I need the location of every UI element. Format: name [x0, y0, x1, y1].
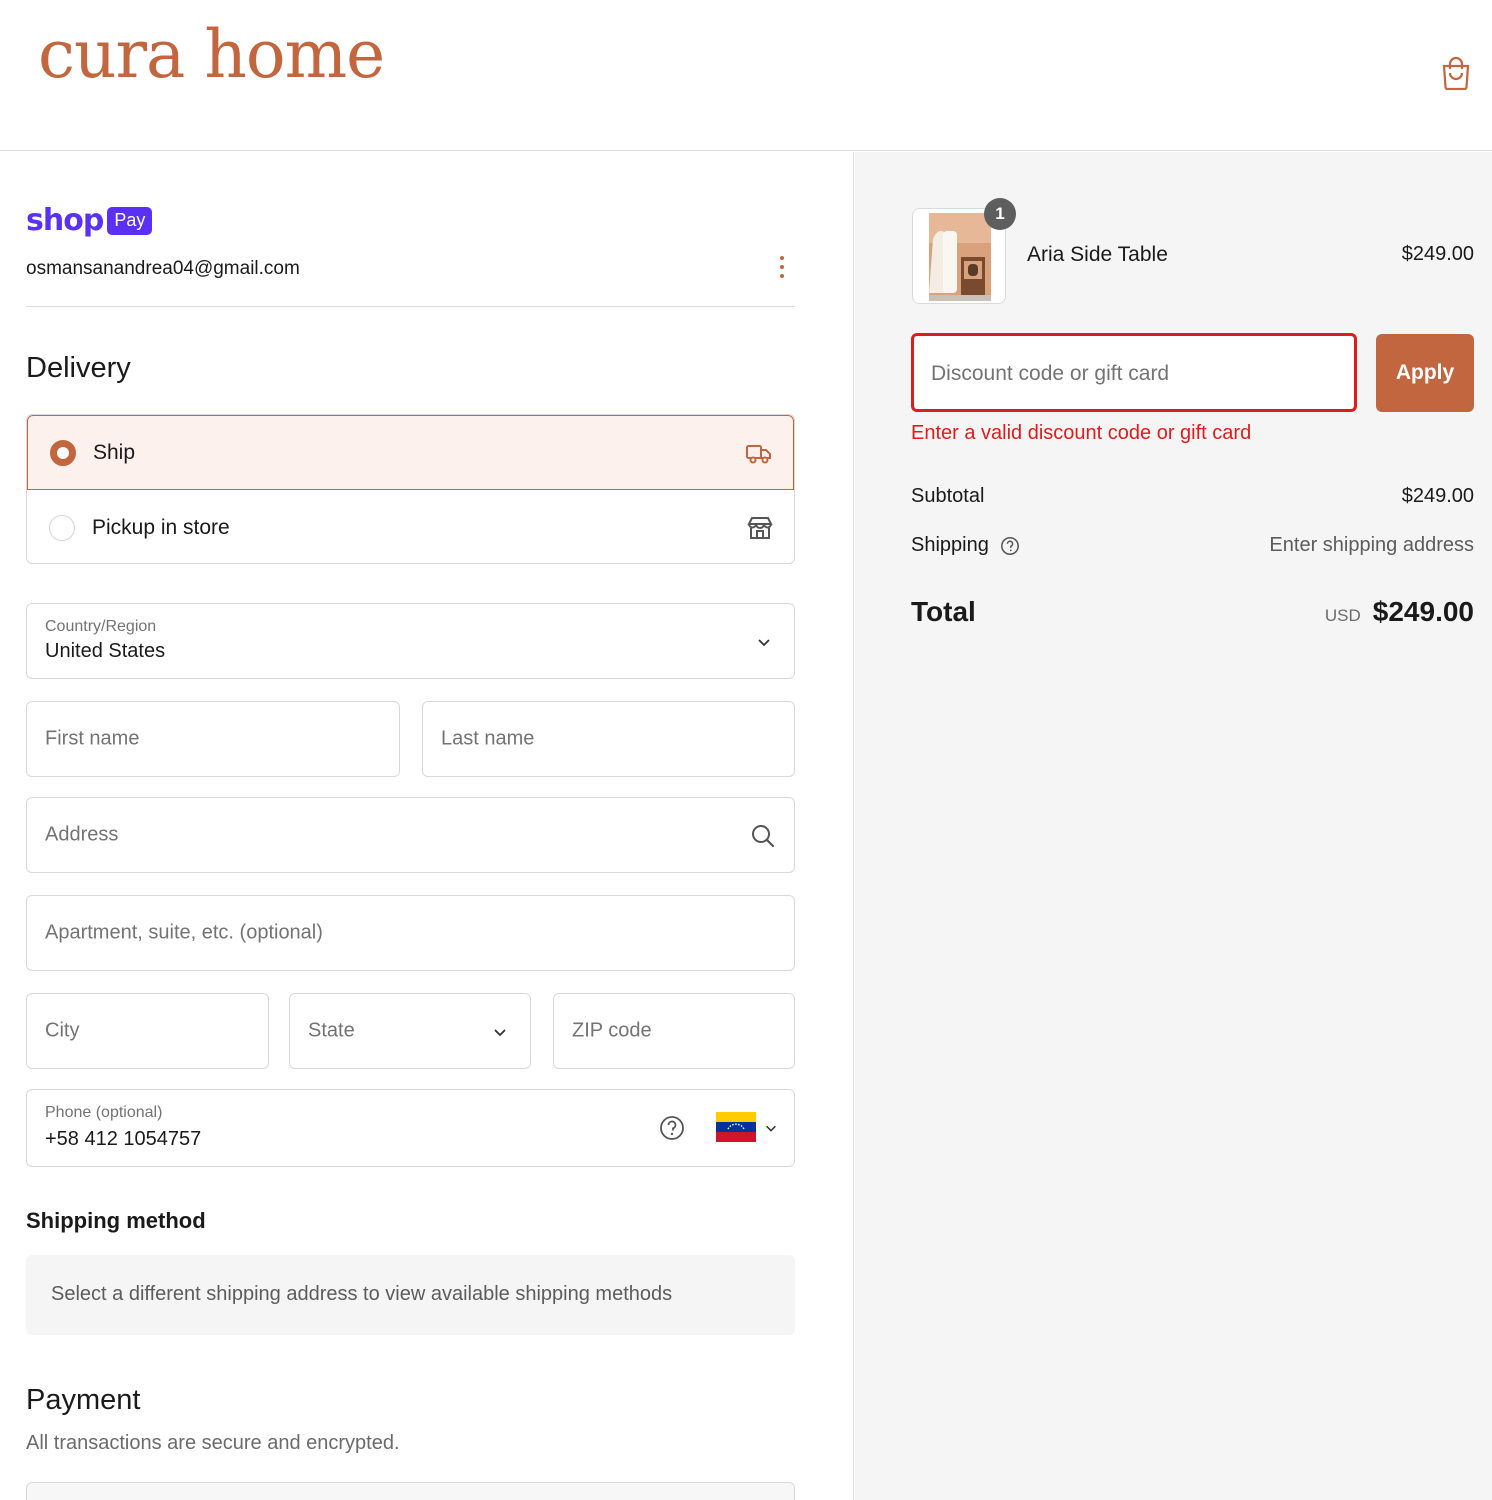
total-amount: USD $249.00 — [1325, 596, 1474, 628]
truck-icon — [745, 439, 773, 467]
city-placeholder: City — [45, 1019, 80, 1042]
country-code-selector[interactable] — [716, 1112, 780, 1144]
checkout-form-column: shop Pay osmansanandrea04@gmail.com Deli… — [0, 152, 854, 1500]
shop-pay-badge: Pay — [107, 207, 153, 235]
help-icon[interactable] — [1000, 536, 1020, 556]
address-field[interactable]: Address — [26, 797, 795, 873]
last-name-placeholder: Last name — [441, 727, 535, 750]
shipping-value: Enter shipping address — [1269, 534, 1474, 556]
header: cura home — [0, 0, 1492, 151]
first-name-field[interactable]: First name — [26, 701, 400, 777]
store-icon — [746, 514, 774, 542]
payment-subtitle: All transactions are secure and encrypte… — [26, 1432, 400, 1454]
shop-pay-logo[interactable]: shop Pay — [26, 203, 153, 238]
pickup-label: Pickup in store — [92, 515, 230, 539]
address-placeholder: Address — [45, 823, 119, 846]
account-email: osmansanandrea04@gmail.com — [26, 258, 300, 279]
help-icon[interactable] — [659, 1115, 685, 1141]
city-field[interactable]: City — [26, 993, 269, 1069]
discount-error-message: Enter a valid discount code or gift card — [911, 422, 1252, 444]
shipping-method-note-text: Select a different shipping address to v… — [51, 1283, 673, 1305]
chevron-down-icon — [494, 1029, 506, 1037]
chevron-down-icon — [758, 639, 770, 647]
order-summary: 1 Aria Side Table $249.00 Discount code … — [855, 152, 1492, 1500]
delivery-option-pickup[interactable]: Pickup in store — [27, 490, 794, 563]
shipping-method-note: Select a different shipping address to v… — [26, 1255, 795, 1335]
zip-placeholder: ZIP code — [572, 1019, 652, 1042]
country-select[interactable]: Country/Region United States — [26, 603, 795, 679]
phone-value: +58 412 1054757 — [45, 1128, 202, 1150]
delivery-options: Ship Pickup in store — [26, 414, 795, 564]
shipping-row: Shipping — [911, 534, 1020, 557]
phone-field[interactable]: Phone (optional) +58 412 1054757 — [26, 1089, 795, 1167]
delivery-option-ship[interactable]: Ship — [27, 415, 794, 490]
pickup-radio[interactable] — [49, 514, 75, 541]
shipping-method-title: Shipping method — [26, 1208, 206, 1233]
discount-code-input[interactable]: Discount code or gift card — [911, 333, 1357, 412]
total-label: Total — [911, 596, 976, 627]
product-price: $249.00 — [1401, 243, 1474, 265]
state-placeholder: State — [308, 1019, 355, 1042]
phone-label: Phone (optional) — [45, 1104, 163, 1121]
apply-discount-button[interactable]: Apply — [1376, 334, 1474, 412]
last-name-field[interactable]: Last name — [422, 701, 795, 777]
zip-field[interactable]: ZIP code — [553, 993, 795, 1069]
first-name-placeholder: First name — [45, 727, 140, 750]
subtotal-value: $249.00 — [1401, 485, 1474, 507]
payment-title: Payment — [26, 1384, 141, 1416]
product-name: Aria Side Table — [1027, 243, 1168, 266]
shop-pay-wordmark: shop — [26, 203, 104, 238]
delivery-title: Delivery — [26, 352, 131, 384]
country-label: Country/Region — [45, 618, 157, 635]
apartment-field[interactable]: Apartment, suite, etc. (optional) — [26, 895, 795, 971]
venezuela-flag-icon — [716, 1112, 756, 1142]
chevron-down-icon — [766, 1125, 776, 1132]
ship-label: Ship — [93, 440, 136, 464]
total-value: $249.00 — [1372, 596, 1474, 627]
brand-logo[interactable]: cura home — [38, 22, 385, 88]
state-select[interactable]: State — [289, 993, 531, 1069]
payment-methods-box[interactable] — [26, 1482, 795, 1500]
divider — [26, 306, 795, 307]
subtotal-label: Subtotal — [911, 485, 985, 507]
shipping-label: Shipping — [911, 534, 989, 556]
currency-code: USD — [1324, 606, 1361, 625]
apartment-placeholder: Apartment, suite, etc. (optional) — [45, 921, 323, 944]
kebab-menu-icon[interactable] — [774, 254, 790, 280]
discount-placeholder: Discount code or gift card — [931, 362, 1170, 385]
quantity-badge: 1 — [984, 198, 1016, 230]
country-value: United States — [45, 640, 166, 662]
search-icon — [752, 825, 775, 848]
ship-radio[interactable] — [50, 439, 76, 466]
shopping-bag-icon[interactable] — [1440, 56, 1472, 91]
